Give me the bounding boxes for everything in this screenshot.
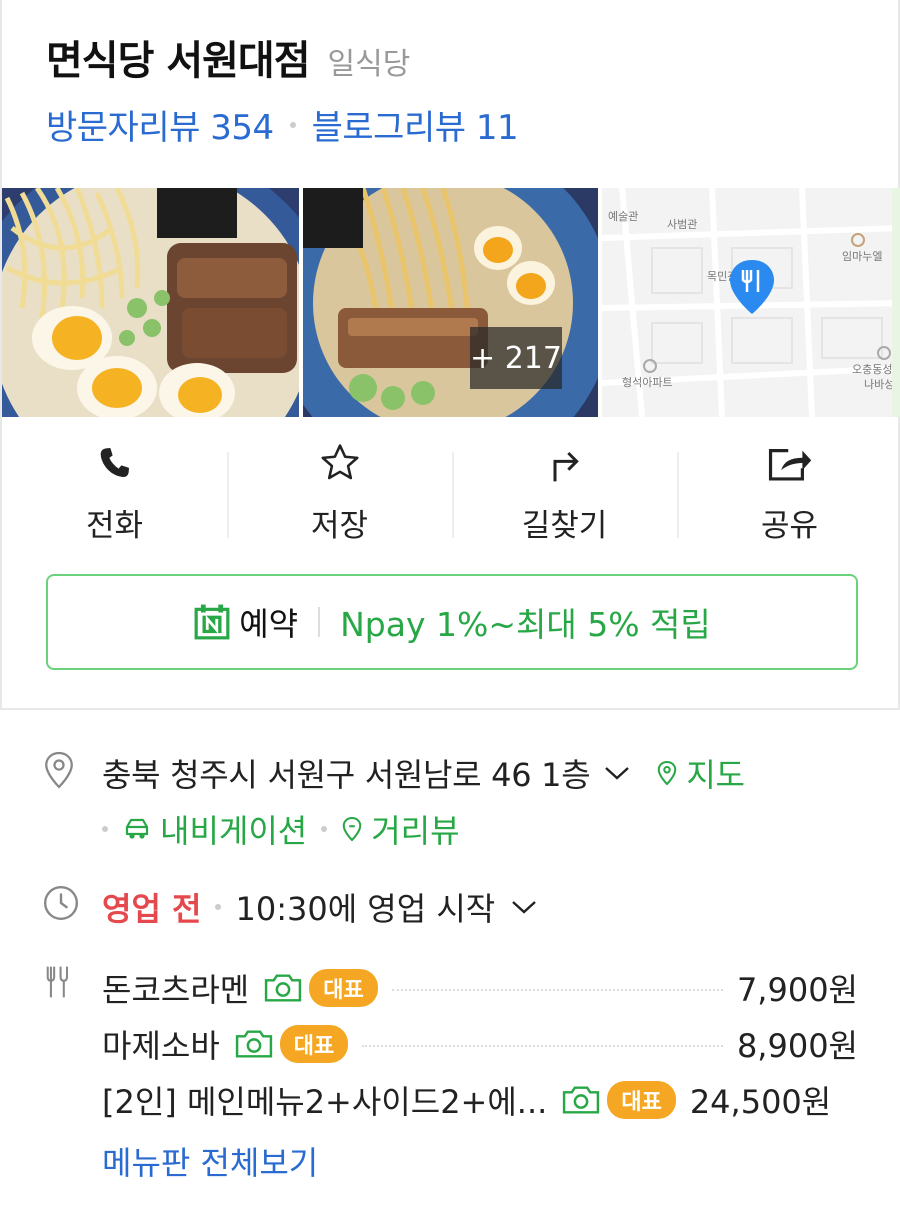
separator-dot — [289, 121, 296, 128]
share-button[interactable]: 공유 — [677, 440, 900, 550]
menu-item-price: 24,500원 — [689, 1083, 832, 1121]
camera-icon — [234, 1028, 274, 1060]
camera-icon — [561, 1084, 601, 1116]
dotted-leader — [391, 989, 723, 991]
call-button[interactable]: 전화 — [2, 440, 227, 550]
chevron-down-icon[interactable] — [604, 765, 630, 781]
share-icon — [768, 449, 811, 481]
title-row: 면식당 서원대점 일식당 — [46, 28, 410, 86]
visitor-reviews-link[interactable]: 방문자리뷰 354 — [46, 100, 274, 149]
address-text: 충북 청주시 서원구 서원남로 46 1층 — [102, 756, 591, 794]
save-button[interactable]: 저장 — [227, 440, 452, 550]
clock-icon — [43, 885, 79, 921]
photo-ramen-1[interactable] — [2, 188, 299, 417]
menu-item[interactable]: [2인] 메인메뉴2+사이드2+에... 대표 24,500원 — [102, 1072, 858, 1128]
street-view-icon — [342, 816, 362, 842]
location-pin-icon — [45, 751, 73, 789]
share-label: 공유 — [760, 508, 819, 544]
chevron-down-icon[interactable] — [511, 899, 537, 915]
more-photos-badge[interactable]: + 217 — [470, 327, 562, 389]
car-icon — [125, 818, 149, 839]
save-label: 저장 — [310, 508, 369, 544]
camera-icon — [263, 972, 303, 1004]
separator-dot — [215, 904, 222, 910]
reservation-divider — [318, 607, 321, 637]
map-label-apartment: 형석아파트 — [622, 376, 673, 389]
map-label-nabaseong: 나바성 — [864, 378, 894, 391]
street-view-label: 거리뷰 — [371, 812, 460, 850]
place-name: 면식당 서원대점 — [46, 38, 311, 84]
menu-item-name: 마제소바 — [102, 1027, 220, 1065]
map-label-ochang: 오충동성 — [852, 363, 892, 376]
signature-badge: 대표 — [607, 1081, 676, 1119]
map-thumbnail[interactable]: 예술관 사범관 목민관 임마누엘 형석아파트 오충동성 나바성 — [602, 188, 900, 417]
map-label-edu-hall: 사범관 — [667, 218, 697, 231]
address-row: 충북 청주시 서원구 서원남로 46 1층 지도 — [102, 750, 745, 796]
map-thumbnail-image: 예술관 사범관 목민관 임마누엘 형석아파트 오충동성 나바성 — [602, 188, 900, 417]
signature-badge: 대표 — [279, 1025, 349, 1063]
map-pin-icon — [658, 760, 677, 786]
phone-icon — [100, 448, 129, 478]
map-link[interactable]: 지도 — [656, 750, 745, 796]
place-summary-card: 면식당 서원대점 일식당 방문자리뷰 354 블로그리뷰 11 + 217 예술… — [0, 0, 900, 710]
menu-item-name: [2인] 메인메뉴2+사이드2+에... — [102, 1083, 548, 1121]
address-links-row: 내비게이션 거리뷰 — [102, 806, 460, 852]
photo-ramen-2[interactable]: + 217 — [303, 188, 598, 417]
menu-item[interactable]: 돈코츠라멘 대표 7,900원 — [102, 960, 858, 1016]
menu-list: 돈코츠라멘 대표 7,900원 마제소바 대표 8,900원 [2인] 메인메뉴… — [102, 960, 858, 1128]
menu-item-price: 8,900원 — [736, 1027, 858, 1065]
map-label-immanuel: 임마누엘 — [842, 250, 882, 263]
blog-reviews-link[interactable]: 블로그리뷰 11 — [312, 100, 519, 149]
npay-benefit-text: Npay 1%~최대 5% 적립 — [340, 605, 711, 644]
map-link-label: 지도 — [686, 756, 745, 794]
menu-item-price: 7,900원 — [736, 971, 858, 1009]
navigation-link[interactable]: 내비게이션 — [122, 806, 307, 852]
business-hours-row[interactable]: 영업 전 10:30에 영업 시작 — [102, 884, 537, 930]
naver-booking-icon — [194, 604, 230, 640]
separator-dot — [321, 826, 328, 832]
dotted-leader — [362, 1045, 723, 1047]
action-bar: 전화 저장 길찾기 공유 — [2, 440, 900, 550]
directions-icon — [553, 451, 579, 482]
menu-item[interactable]: 마제소바 대표 8,900원 — [102, 1016, 858, 1072]
call-label: 전화 — [85, 508, 144, 544]
separator-dot — [102, 826, 108, 832]
open-status: 영업 전 — [102, 890, 202, 928]
view-full-menu-link[interactable]: 메뉴판 전체보기 — [102, 1138, 318, 1184]
directions-button[interactable]: 길찾기 — [452, 440, 677, 550]
star-icon — [320, 444, 359, 480]
signature-badge: 대표 — [309, 969, 378, 1007]
menu-item-name: 돈코츠라멘 — [102, 971, 250, 1009]
open-time-text: 10:30에 영업 시작 — [235, 890, 496, 928]
reservation-button[interactable]: 예약 Npay 1%~최대 5% 적립 — [46, 574, 858, 670]
navigation-label: 내비게이션 — [160, 812, 308, 850]
ramen-photo-image — [2, 188, 299, 417]
place-category: 일식당 — [327, 47, 411, 82]
reservation-label: 예약 — [239, 605, 299, 643]
utensils-icon — [46, 966, 69, 998]
street-view-link[interactable]: 거리뷰 — [341, 806, 460, 852]
directions-label: 길찾기 — [521, 508, 608, 544]
photo-strip: + 217 예술관 사범관 목민관 임마누엘 형석아파트 오충동성 나바성 — [2, 188, 900, 417]
map-label-art-hall: 예술관 — [608, 210, 638, 223]
review-links: 방문자리뷰 354 블로그리뷰 11 — [46, 100, 519, 149]
